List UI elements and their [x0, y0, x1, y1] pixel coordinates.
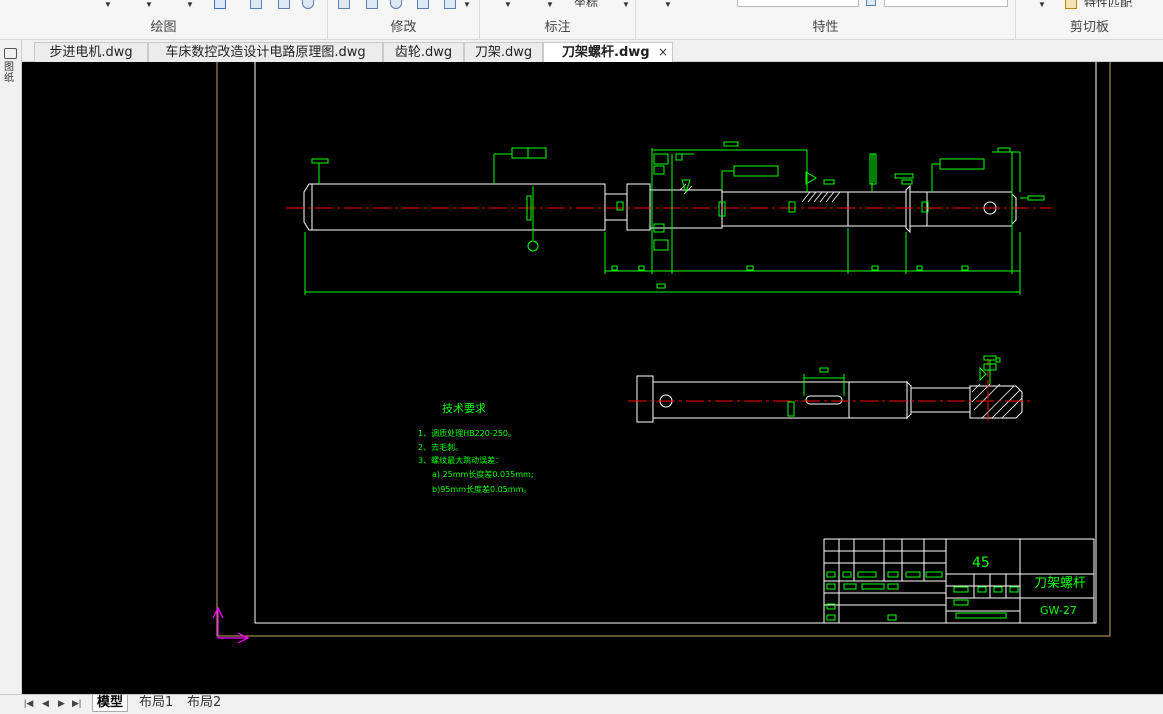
tab-gear[interactable]: 齿轮.dwg	[383, 42, 464, 62]
next-layout-icon[interactable]: ▶	[58, 698, 65, 709]
cad-application-window: ▼ ▼ ▼ 绘图 ▼ 修改 ▼ ▼ 坐标 ▼ 标注 ▼ 特性 ▼ 特性匹配 剪切…	[0, 0, 1163, 714]
ribbon-group-label: 标注	[544, 20, 571, 35]
shaft-secondary-view	[636, 375, 1023, 423]
material-value: 45	[972, 555, 990, 571]
annotation-dropdown-arrow[interactable]: ▼	[504, 0, 512, 9]
tech-requirement-line: a) 25mm长度差0.035mm;	[432, 469, 534, 479]
last-layout-icon[interactable]: ▶|	[72, 698, 81, 709]
ribbon-group-properties: ▼ 特性	[636, 0, 1016, 40]
tech-requirement-line: b)95mm长度差0.05mm。	[432, 484, 531, 494]
match-properties-icon[interactable]	[1065, 0, 1077, 9]
linetype-select[interactable]	[737, 0, 859, 7]
document-tab-bar: 步进电机.dwg 车床数控改造设计电路原理图.dwg 齿轮.dwg 刀架.dwg…	[22, 40, 1163, 62]
ribbon-toolbar: ▼ ▼ ▼ 绘图 ▼ 修改 ▼ ▼ 坐标 ▼ 标注 ▼ 特性 ▼ 特性匹配 剪切…	[0, 0, 1163, 40]
tab-lathe-circuit[interactable]: 车床数控改造设计电路原理图.dwg	[148, 42, 383, 62]
region-tool-icon[interactable]	[302, 0, 314, 9]
tab-label: 步进电机.dwg	[49, 45, 133, 60]
layout-tab-bar: |◀ ◀ ▶ ▶| 模型 布局1 布局2	[0, 694, 1163, 714]
panel-toggle-icon[interactable]	[4, 48, 17, 59]
hatch-tool-icon[interactable]	[250, 0, 262, 9]
coordinate-dropdown-arrow[interactable]: ▼	[622, 0, 630, 9]
tech-requirement-line: 2、去毛刺。	[418, 442, 463, 452]
color-select[interactable]	[884, 0, 1008, 7]
ribbon-group-label: 剪切板	[1069, 20, 1109, 35]
lineweight-icon	[866, 0, 876, 6]
ribbon-group-label: 修改	[390, 20, 417, 35]
tab-label: 刀架螺杆.dwg	[562, 45, 650, 60]
tab-label: 刀架.dwg	[474, 45, 533, 60]
sheet-boundary	[216, 62, 1111, 637]
line-tool-icon[interactable]	[214, 0, 226, 9]
clipboard-dropdown-arrow[interactable]: ▼	[1038, 0, 1046, 9]
ribbon-group-modify: ▼ 修改	[328, 0, 480, 40]
copy-tool-icon[interactable]	[366, 0, 378, 9]
side-panel-label[interactable]: 图纸	[4, 62, 17, 84]
tab-model[interactable]: 模型	[92, 695, 129, 712]
dimensions-main-view	[304, 141, 1045, 295]
tab-tool-holder-screw[interactable]: 刀架螺杆.dwg ×	[543, 42, 673, 62]
move-tool-icon[interactable]	[338, 0, 350, 9]
drawing-canvas[interactable]: 技术要求 1、调质处理HB220-250。 2、去毛刺。 3、螺纹最大跳动误差：…	[22, 62, 1163, 694]
ucs-axis-icon	[212, 606, 250, 644]
section-hatch	[679, 183, 841, 203]
annotation-dropdown-arrow-2[interactable]: ▼	[546, 0, 554, 9]
tech-requirements-title: 技术要求	[442, 402, 486, 415]
properties-dropdown-arrow[interactable]: ▼	[664, 0, 672, 9]
ribbon-group-label: 特性	[812, 20, 839, 35]
rotate-tool-icon[interactable]	[390, 0, 402, 9]
side-panel-strip: 图纸	[0, 40, 22, 695]
tech-requirement-line: 1、调质处理HB220-250。	[418, 428, 516, 438]
tab-stepper-motor[interactable]: 步进电机.dwg	[34, 42, 148, 62]
tab-layout2[interactable]: 布局2	[183, 695, 225, 712]
tab-layout1[interactable]: 布局1	[135, 695, 177, 712]
mirror-tool-icon[interactable]	[417, 0, 429, 9]
title-block-fields	[826, 571, 1019, 621]
modify-dropdown-arrow[interactable]: ▼	[463, 0, 471, 9]
cad-drawing: 技术要求 1、调质处理HB220-250。 2、去毛刺。 3、螺纹最大跳动误差：…	[212, 62, 1111, 644]
stretch-tool-icon[interactable]	[444, 0, 456, 9]
first-layout-icon[interactable]: |◀	[24, 698, 33, 709]
technical-requirements: 技术要求 1、调质处理HB220-250。 2、去毛刺。 3、螺纹最大跳动误差：…	[418, 402, 534, 494]
drawing-number: GW-27	[1040, 604, 1077, 617]
tab-tool-holder[interactable]: 刀架.dwg	[464, 42, 543, 62]
part-name: 刀架螺杆	[1034, 576, 1086, 591]
tech-requirement-line: 3、螺纹最大跳动误差：	[418, 455, 503, 465]
draw-dropdown-arrow-2[interactable]: ▼	[145, 0, 153, 9]
ribbon-group-draw: ▼ ▼ ▼ 绘图	[0, 0, 328, 40]
shapes-tool-icon[interactable]	[278, 0, 290, 9]
ribbon-group-label: 绘图	[150, 20, 177, 35]
prev-layout-icon[interactable]: ◀	[42, 698, 49, 709]
draw-dropdown-arrow-3[interactable]: ▼	[186, 0, 194, 9]
close-icon[interactable]: ×	[658, 43, 668, 62]
coordinate-button[interactable]: 坐标	[574, 0, 598, 7]
match-properties-button[interactable]: 特性匹配	[1084, 0, 1132, 7]
tab-label: 齿轮.dwg	[394, 45, 453, 60]
ribbon-group-annotation: ▼ ▼ 坐标 ▼ 标注	[480, 0, 636, 40]
dimensions-secondary-view	[787, 355, 1001, 417]
draw-dropdown-arrow[interactable]: ▼	[104, 0, 112, 9]
ribbon-group-clipboard: ▼ 特性匹配 剪切板	[1016, 0, 1163, 40]
tab-label: 车床数控改造设计电路原理图.dwg	[165, 45, 366, 60]
